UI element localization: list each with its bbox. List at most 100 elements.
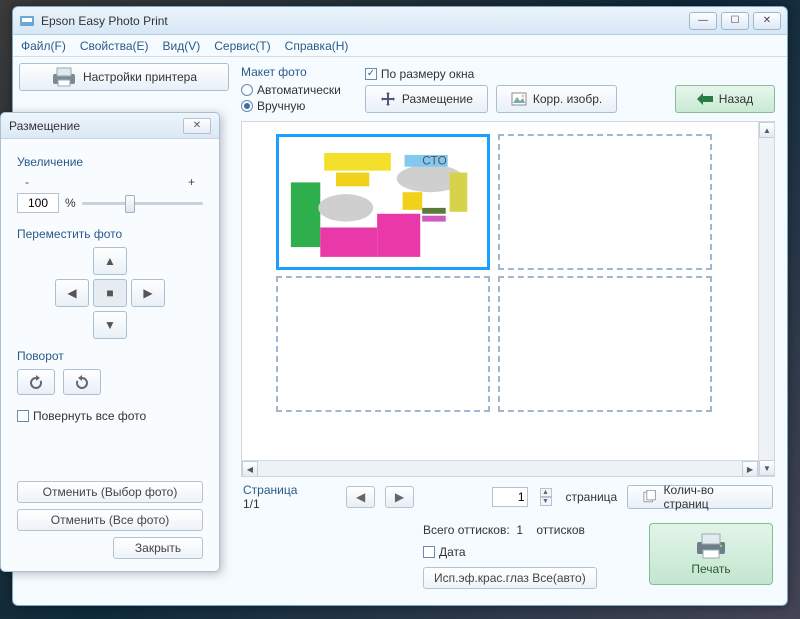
radio-manual[interactable]: Вручную: [241, 99, 341, 113]
rotate-all-label: Повернуть все фото: [33, 409, 146, 423]
svg-text:CTO: CTO: [422, 155, 447, 168]
placement-button[interactable]: Размещение: [365, 85, 488, 113]
close-panel-label: Закрыть: [135, 541, 181, 555]
next-page-button[interactable]: ▶: [385, 486, 414, 508]
pages-icon: [642, 490, 657, 504]
rotate-ccw-button[interactable]: [17, 369, 55, 395]
top-options: Макет фото Автоматически Вручную По разм…: [235, 63, 781, 121]
menu-view[interactable]: Вид(V): [163, 39, 201, 53]
close-button[interactable]: ✕: [753, 12, 781, 30]
radio-manual-indicator: [241, 100, 253, 112]
vertical-scrollbar[interactable]: ▲ ▼: [758, 122, 774, 476]
rotate-all-checkbox[interactable]: Повернуть все фото: [17, 409, 203, 423]
photo-thumbnail: CTO: [285, 143, 481, 261]
zoom-section-label: Увеличение: [17, 155, 203, 169]
menu-service[interactable]: Сервис(T): [214, 39, 270, 53]
printer-large-icon: [694, 532, 728, 560]
zoom-signs: -+: [17, 175, 203, 189]
rotate-cw-icon: [74, 375, 90, 389]
print-page: CTO: [276, 134, 716, 414]
scroll-down-button[interactable]: ▼: [759, 460, 775, 476]
close-panel-button[interactable]: Закрыть: [113, 537, 203, 559]
photo-slot-4[interactable]: [498, 276, 712, 412]
menu-properties[interactable]: Свойства(E): [80, 39, 149, 53]
titlebar: Epson Easy Photo Print — ☐ ✕: [13, 7, 787, 35]
horizontal-scrollbar[interactable]: ◀ ▶: [242, 460, 758, 476]
cancel-all-label: Отменить (Все фото): [51, 513, 170, 527]
placement-panel-close[interactable]: ✕: [183, 118, 211, 134]
correct-image-label: Корр. изобр.: [533, 92, 602, 106]
photo-slot-1[interactable]: CTO: [276, 134, 490, 270]
zoom-slider[interactable]: [82, 193, 203, 213]
fit-window-indicator: [365, 68, 377, 80]
zoom-row: %: [17, 193, 203, 213]
printer-settings-button[interactable]: Настройки принтера: [19, 63, 229, 91]
print-button[interactable]: Печать: [649, 523, 773, 585]
maximize-button[interactable]: ☐: [721, 12, 749, 30]
rotate-cw-button[interactable]: [63, 369, 101, 395]
photo-slot-2[interactable]: [498, 134, 712, 270]
placement-panel-titlebar[interactable]: Размещение ✕: [1, 113, 219, 139]
move-icon: [380, 91, 396, 107]
correct-image-button[interactable]: Корр. изобр.: [496, 85, 617, 113]
photo-slot-3[interactable]: [276, 276, 490, 412]
app-icon: [19, 13, 35, 29]
redeye-label: Исп.эф.крас.глаз Все(авто): [434, 571, 586, 585]
radio-auto[interactable]: Автоматически: [241, 83, 341, 97]
menu-help[interactable]: Справка(H): [285, 39, 349, 53]
page-group-label: Страница: [243, 483, 297, 497]
zoom-plus-icon: +: [188, 175, 195, 189]
scroll-right-button[interactable]: ▶: [742, 461, 758, 477]
rotate-section-label: Поворот: [17, 349, 203, 363]
pager-bar: Страница 1/1 ◀ ▶ ▲▼ страница Колич-во ст…: [235, 477, 781, 517]
placement-label: Размещение: [402, 92, 473, 106]
move-right-button[interactable]: ▶: [131, 279, 165, 307]
page-word: страница: [566, 490, 618, 504]
back-button[interactable]: Назад: [675, 85, 775, 113]
date-checkbox[interactable]: Дата: [423, 545, 466, 559]
fit-window-checkbox[interactable]: По размеру окна: [365, 67, 775, 81]
cancel-selection-button[interactable]: Отменить (Выбор фото): [17, 481, 203, 503]
cancel-all-button[interactable]: Отменить (Все фото): [17, 509, 203, 531]
scroll-left-button[interactable]: ◀: [242, 461, 258, 477]
redeye-button[interactable]: Исп.эф.крас.глаз Все(авто): [423, 567, 597, 589]
rotate-row: [17, 369, 203, 395]
back-label: Назад: [719, 92, 753, 106]
cancel-selection-label: Отменить (Выбор фото): [43, 485, 178, 499]
move-down-button[interactable]: ▼: [93, 311, 127, 339]
prev-page-button[interactable]: ◀: [346, 486, 375, 508]
zoom-slider-track: [82, 202, 203, 205]
move-dpad: ▲ ◀ ■ ▶ ▼: [17, 247, 203, 339]
back-arrow-icon: [697, 93, 713, 105]
move-center-button[interactable]: ■: [93, 279, 127, 307]
zoom-input[interactable]: [17, 193, 59, 213]
printer-settings-label: Настройки принтера: [83, 70, 197, 84]
layout-group: Макет фото Автоматически Вручную: [241, 65, 341, 115]
radio-auto-label: Автоматически: [257, 83, 341, 97]
move-section-label: Переместить фото: [17, 227, 203, 241]
top-right-group: По размеру окна Размещение Корр. изобр.: [365, 65, 775, 113]
footer-left: Всего оттисков: 1 оттисков Дата Исп.эф.к…: [243, 523, 639, 589]
placement-panel-body: Увеличение -+ % Переместить фото ▲ ◀ ■ ▶…: [1, 139, 219, 471]
total-prints-word: оттисков: [536, 523, 585, 537]
date-label: Дата: [439, 545, 466, 559]
rotate-all-indicator: [17, 410, 29, 422]
rotate-ccw-icon: [28, 375, 44, 389]
window-title: Epson Easy Photo Print: [41, 14, 689, 28]
layout-group-label: Макет фото: [241, 65, 341, 79]
window-buttons: — ☐ ✕: [689, 12, 781, 30]
floorplan-image: CTO: [285, 143, 481, 261]
move-up-button[interactable]: ▲: [93, 247, 127, 275]
scroll-up-button[interactable]: ▲: [759, 122, 775, 138]
right-column: Макет фото Автоматически Вручную По разм…: [235, 63, 781, 599]
zoom-slider-thumb[interactable]: [125, 195, 135, 213]
printer-icon: [51, 66, 77, 88]
minimize-button[interactable]: —: [689, 12, 717, 30]
total-prints-row: Всего оттисков: 1 оттисков: [423, 523, 585, 537]
page-number-input[interactable]: [492, 487, 528, 507]
move-left-button[interactable]: ◀: [55, 279, 89, 307]
page-spinner[interactable]: ▲▼: [540, 488, 552, 506]
menu-file[interactable]: Файл(F): [21, 39, 66, 53]
date-checkbox-indicator: [423, 546, 435, 558]
page-count-button[interactable]: Колич-во страниц: [627, 485, 773, 509]
